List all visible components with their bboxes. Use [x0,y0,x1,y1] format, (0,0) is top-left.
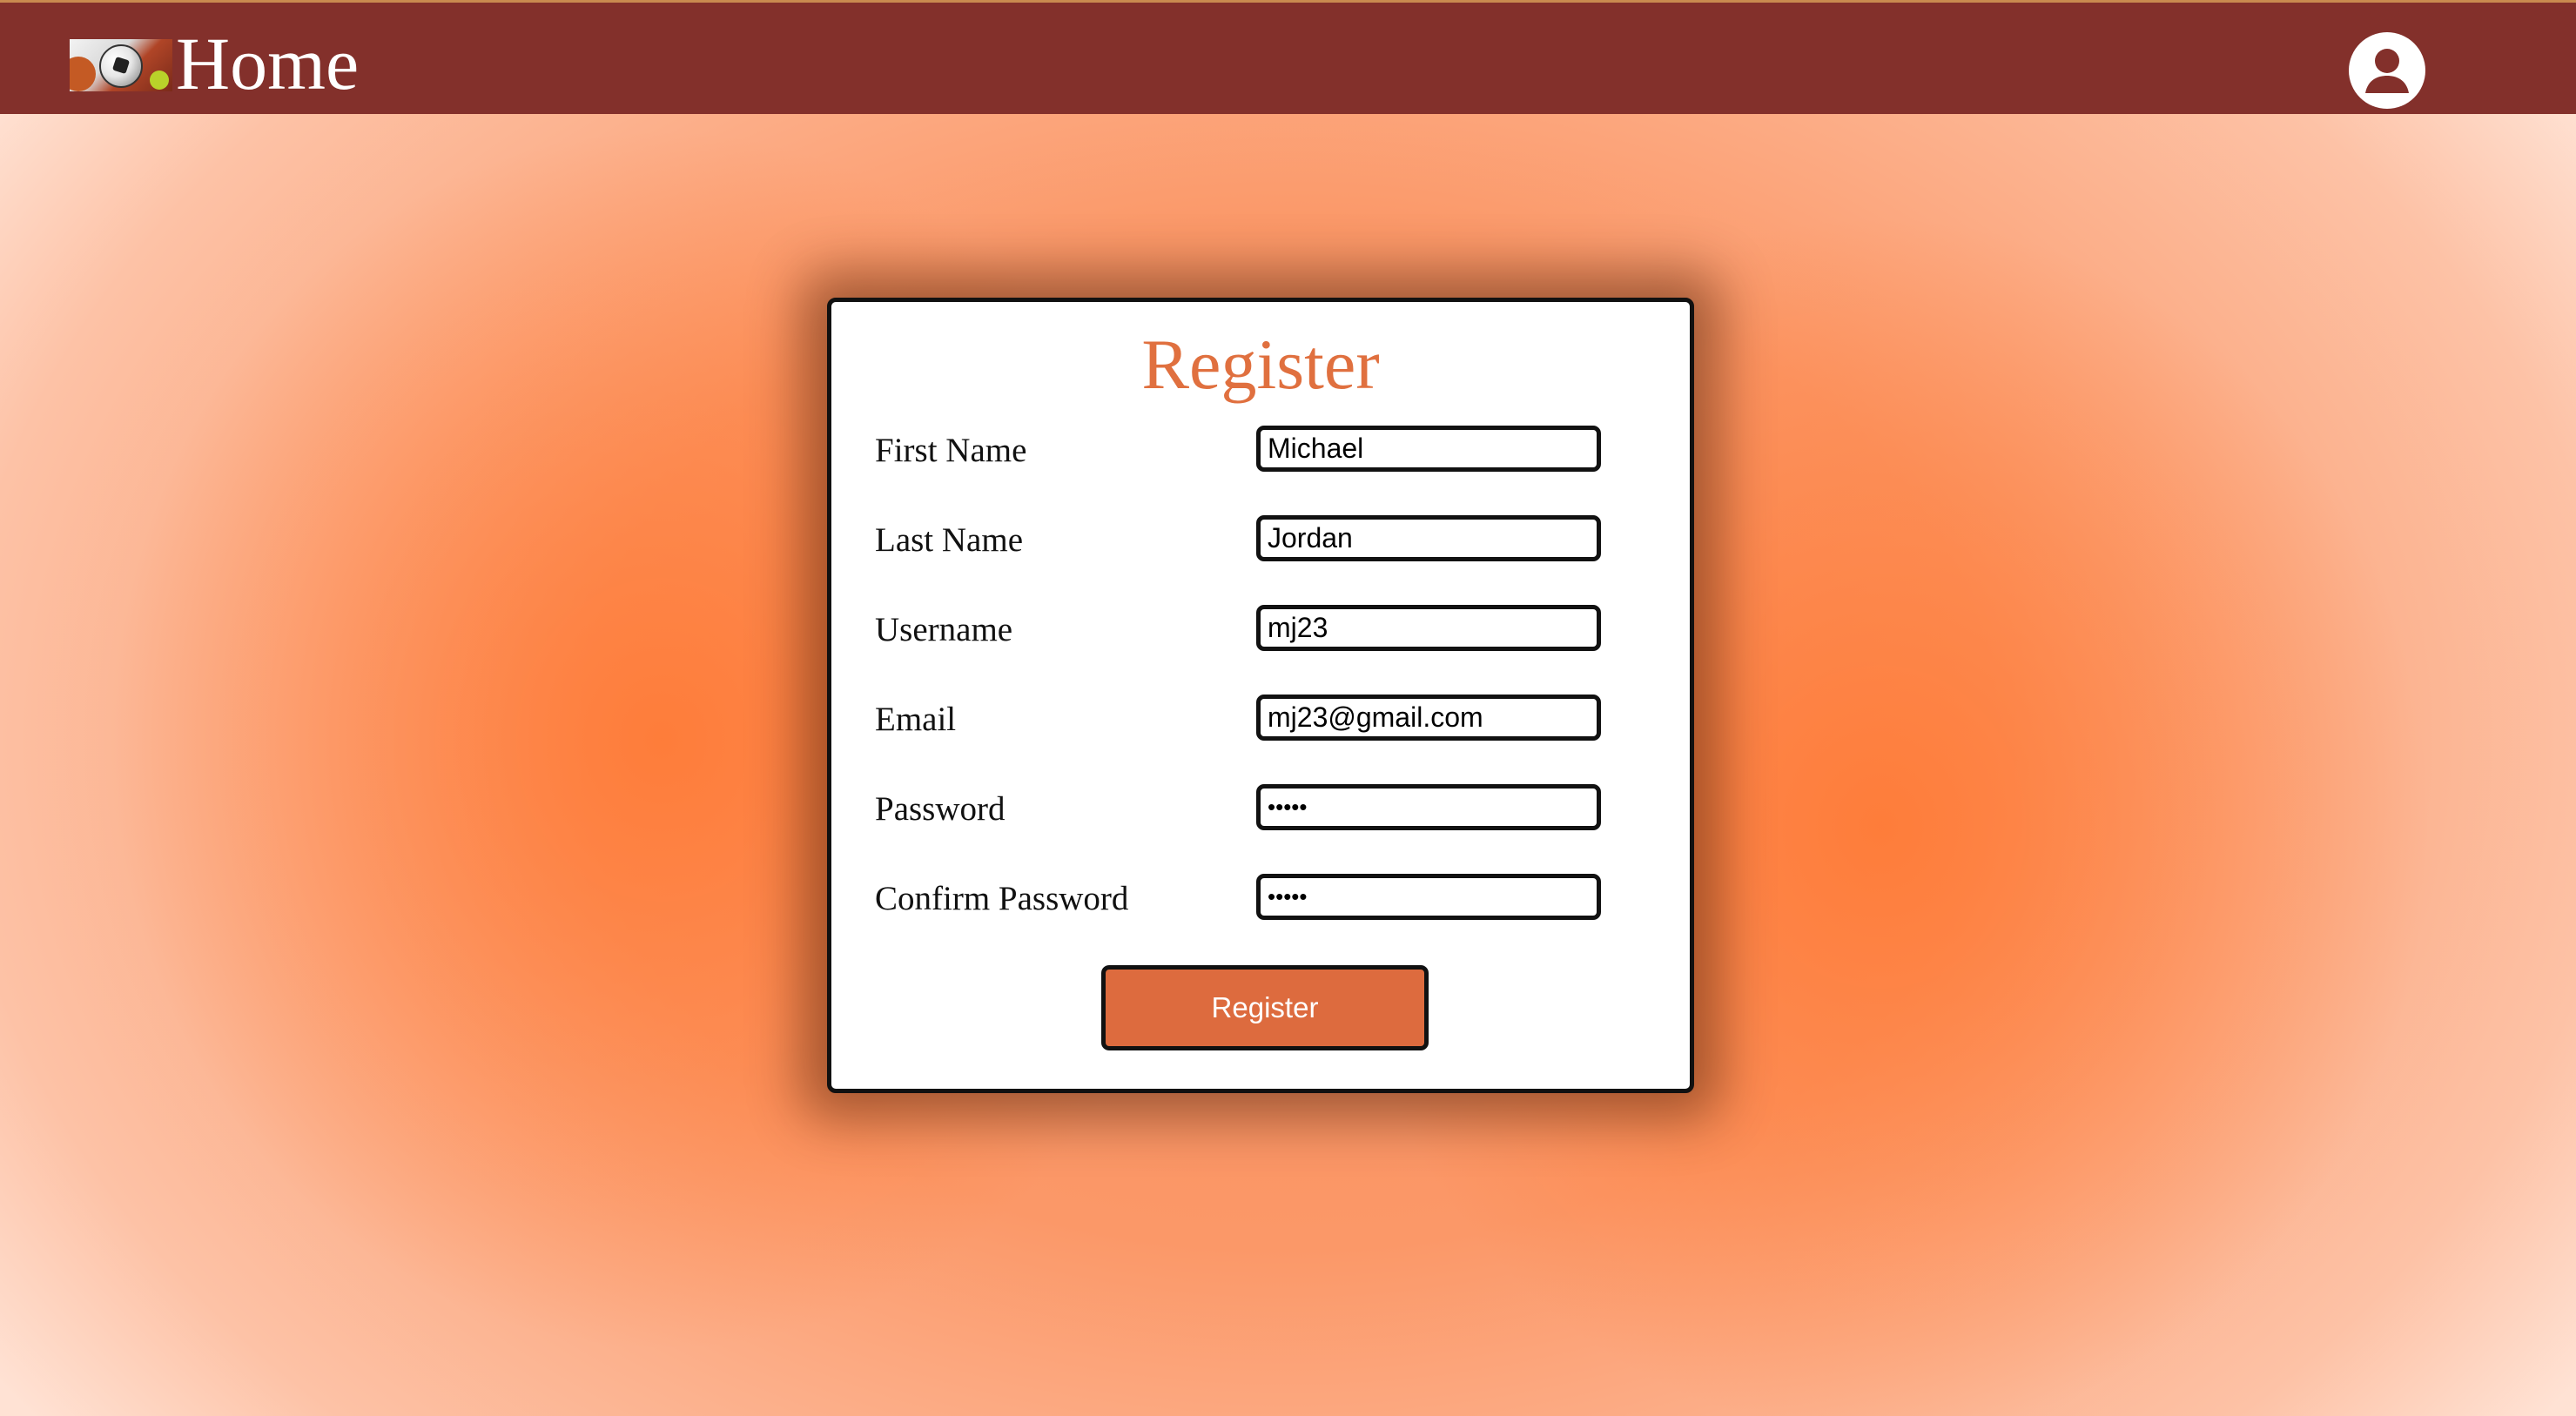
email-row: Email [831,695,1690,743]
last-name-row: Last Name [831,515,1690,564]
username-label: Username [875,611,1013,648]
last-name-input[interactable] [1256,515,1601,561]
top-navigation-bar: Home [0,0,2576,114]
username-input[interactable] [1256,605,1601,651]
first-name-input[interactable] [1256,426,1601,472]
password-input[interactable] [1256,784,1601,830]
password-row: Password [831,784,1690,833]
register-card: Register First Name Last Name Username E… [827,298,1694,1093]
first-name-row: First Name [831,426,1690,474]
email-label: Email [875,701,957,738]
email-input[interactable] [1256,695,1601,741]
user-circle-icon[interactable] [2349,32,2425,109]
basketball-icon [70,57,96,91]
register-button[interactable]: Register [1101,965,1429,1050]
password-label: Password [875,790,1006,828]
home-link[interactable]: Home [176,22,359,105]
register-title: Register [1141,325,1380,404]
confirm-password-row: Confirm Password [831,874,1690,923]
last-name-label: Last Name [875,521,1024,559]
soccer-ball-icon [99,44,143,88]
sports-logo-icon[interactable] [70,39,172,91]
username-row: Username [831,605,1690,654]
first-name-label: First Name [875,432,1027,469]
confirm-password-label: Confirm Password [875,880,1129,917]
confirm-password-input[interactable] [1256,874,1601,920]
tennis-ball-icon [150,70,169,90]
